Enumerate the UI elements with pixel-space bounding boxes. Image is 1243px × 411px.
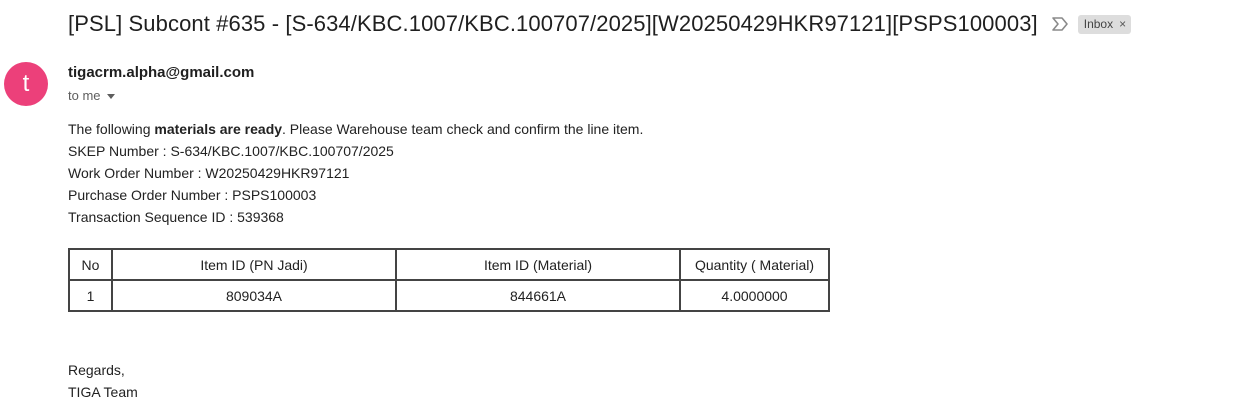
inbox-label-text: Inbox <box>1083 16 1114 31</box>
recipient-details[interactable]: to me <box>68 88 115 103</box>
recipient-text: to me <box>68 88 101 103</box>
table-row: 1 809034A 844661A 4.0000000 <box>68 279 830 312</box>
table-header-row: No Item ID (PN Jadi) Item ID (Material) … <box>68 248 830 281</box>
remove-label-icon[interactable]: × <box>1119 17 1126 31</box>
intro-bold: materials are ready <box>154 121 283 137</box>
sender-avatar[interactable]: t <box>4 62 48 106</box>
cell-item-material: 844661A <box>395 279 681 312</box>
chevron-down-icon[interactable] <box>106 94 115 99</box>
email-subject: [PSL] Subcont #635 - [S-634/KBC.1007/KBC… <box>68 11 1038 36</box>
cell-quantity: 4.0000000 <box>679 279 830 312</box>
header-no: No <box>68 248 113 281</box>
avatar-letter: t <box>22 70 30 97</box>
team-line: TIGA Team <box>68 384 138 400</box>
regards-line: Regards, <box>68 362 125 378</box>
skep-number: SKEP Number : S-634/KBC.1007/KBC.100707/… <box>68 143 394 159</box>
signature: Regards, TIGA Team <box>68 359 138 403</box>
intro-line: The following materials are ready. Pleas… <box>68 121 644 137</box>
email-body: The following materials are ready. Pleas… <box>68 118 643 228</box>
purchase-order-number: Purchase Order Number : PSPS100003 <box>68 187 317 203</box>
header-item-material: Item ID (Material) <box>395 248 681 281</box>
header-quantity: Quantity ( Material) <box>679 248 830 281</box>
subject-row: [PSL] Subcont #635 - [S-634/KBC.1007/KBC… <box>68 6 1132 42</box>
email-view: [PSL] Subcont #635 - [S-634/KBC.1007/KBC… <box>0 0 1243 411</box>
transaction-sequence-id: Transaction Sequence ID : 539368 <box>68 209 284 225</box>
importance-marker-icon[interactable] <box>1050 14 1070 34</box>
work-order-number: Work Order Number : W20250429HKR97121 <box>68 165 350 181</box>
inbox-label-chip: Inbox × <box>1077 14 1132 34</box>
cell-no: 1 <box>68 279 113 312</box>
header-item-pn-jadi: Item ID (PN Jadi) <box>111 248 397 281</box>
items-table: No Item ID (PN Jadi) Item ID (Material) … <box>68 248 830 312</box>
cell-item-pn-jadi: 809034A <box>111 279 397 312</box>
sender-address[interactable]: tigacrm.alpha@gmail.com <box>68 64 254 81</box>
